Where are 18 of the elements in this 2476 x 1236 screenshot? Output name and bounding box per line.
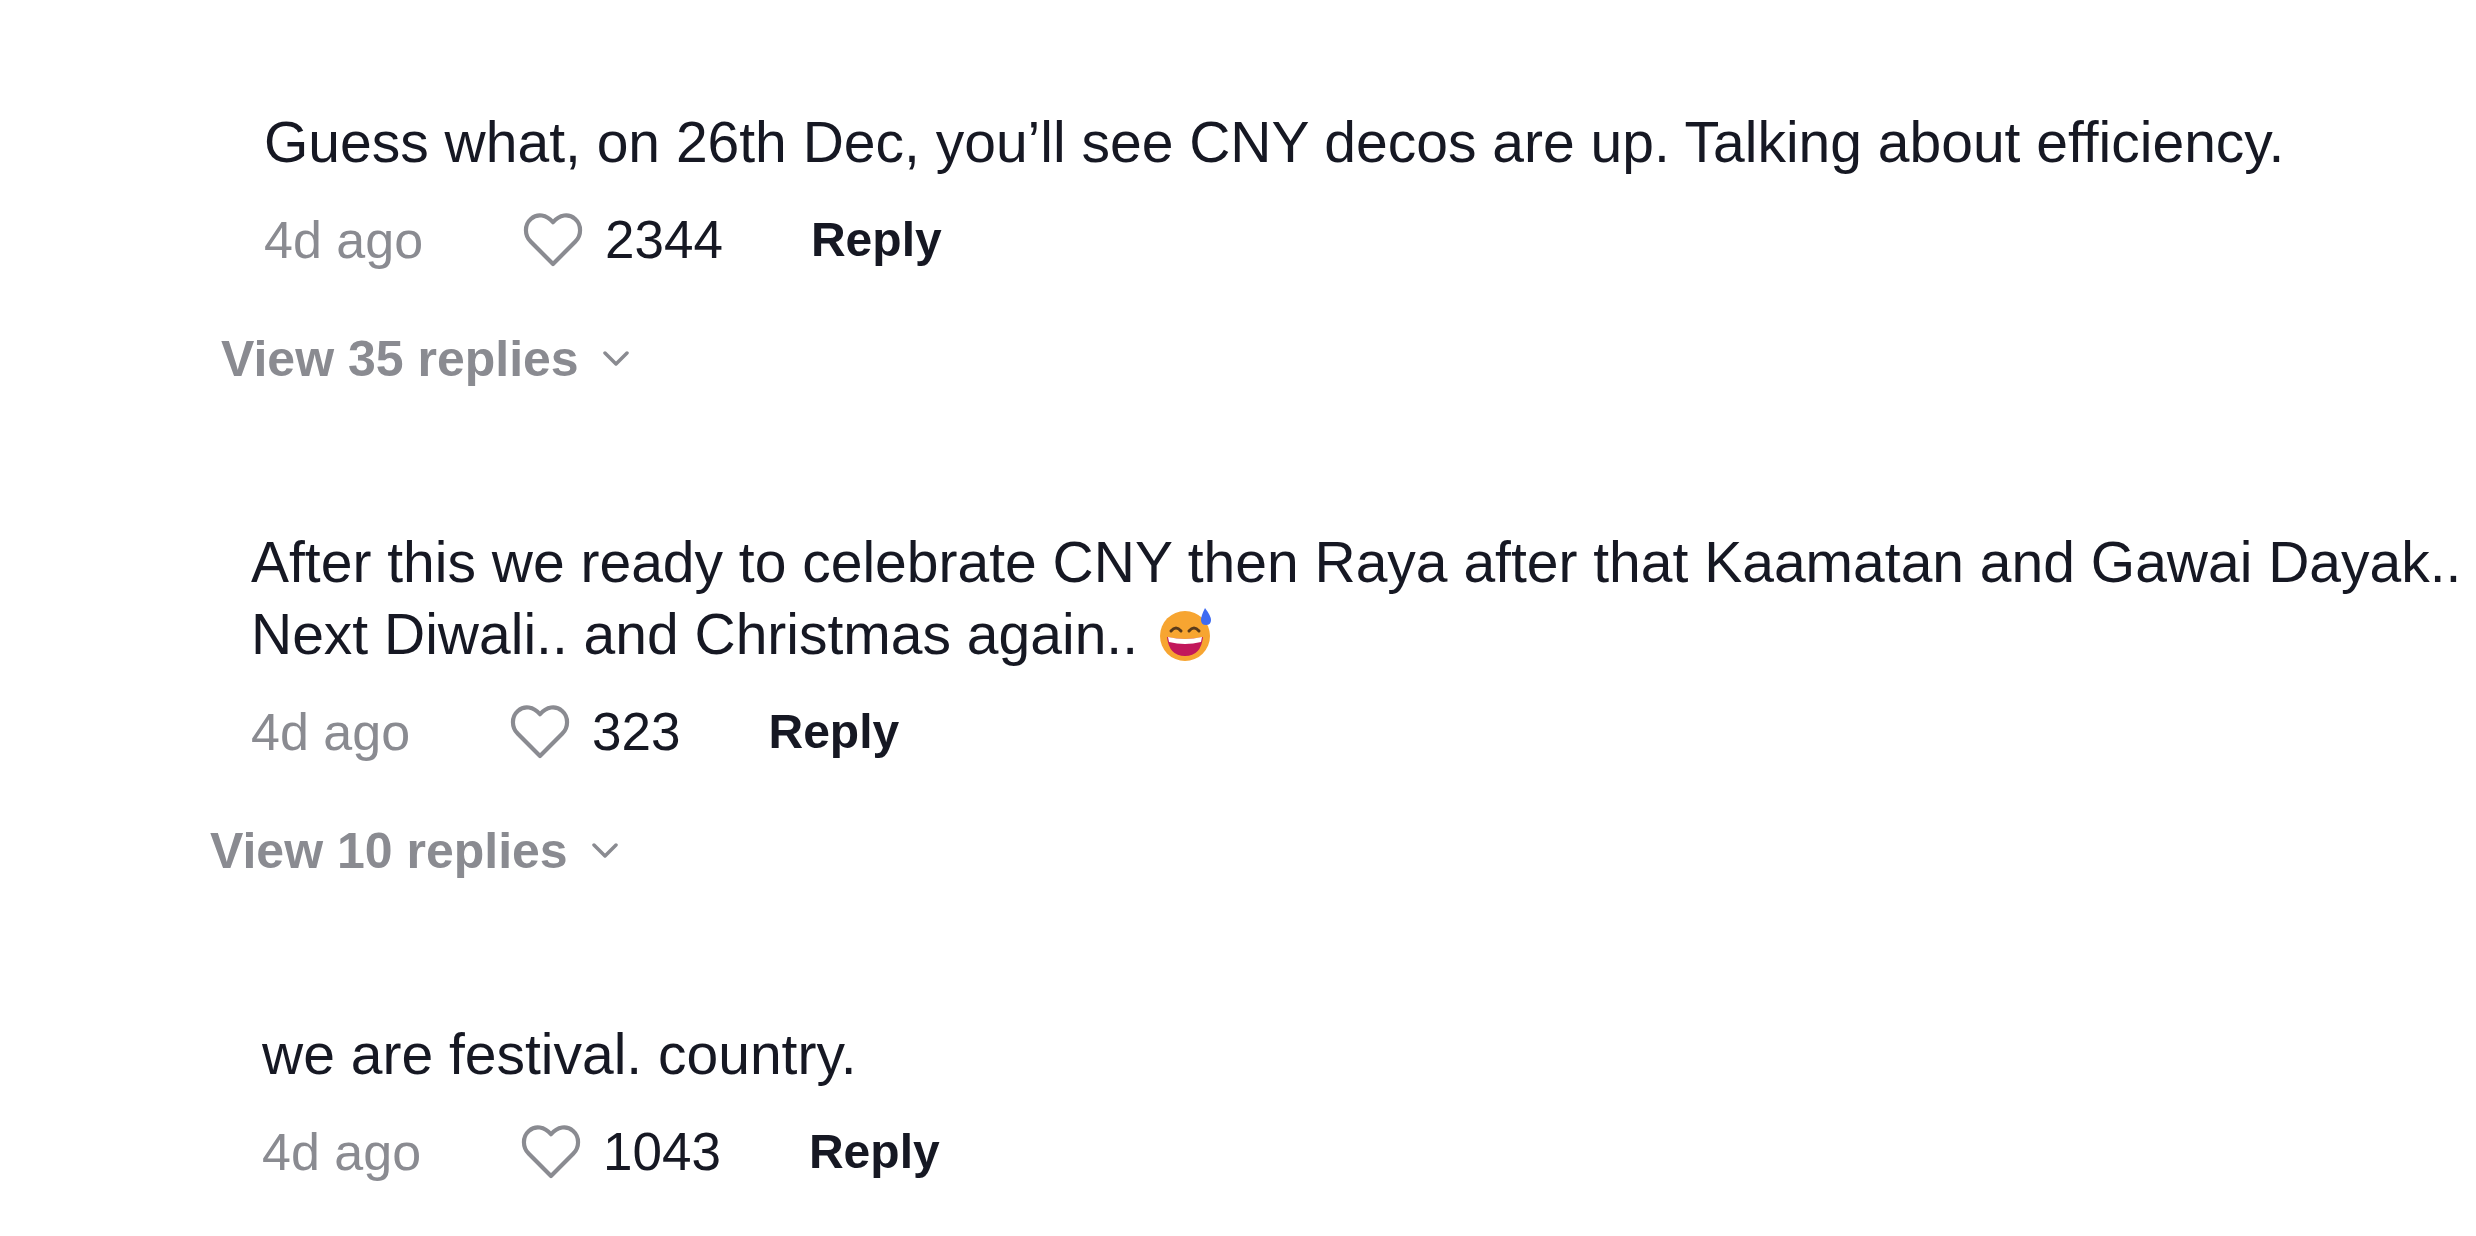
- reply-button[interactable]: Reply: [810, 208, 942, 272]
- comment-text: we are festival. country.: [262, 1021, 857, 1088]
- comment-time: 4d ago: [262, 1122, 422, 1183]
- like-count: 2344: [605, 209, 723, 271]
- comment-time: 4d ago: [264, 210, 424, 271]
- heart-icon[interactable]: [523, 212, 584, 268]
- like-count: 1043: [603, 1121, 721, 1183]
- comment-text: After this we ready to celebrate CNY then Raya after that Kaamatan and Gawai Dayak..: [251, 529, 2462, 596]
- chevron-down-icon: [591, 843, 618, 859]
- reply-button[interactable]: Reply: [808, 1120, 940, 1184]
- like-count: 323: [592, 701, 681, 763]
- chevron-down-icon: [602, 351, 629, 367]
- heart-icon[interactable]: [521, 1124, 582, 1180]
- heart-icon[interactable]: [510, 704, 571, 760]
- comment-time: 4d ago: [251, 702, 411, 763]
- comment-text: Next Diwali.. and Christmas again..: [251, 601, 1138, 668]
- reply-button[interactable]: Reply: [768, 700, 900, 764]
- comment-text: Guess what, on 26th Dec, you’ll see CNY decos are up. Talking about efficiency.: [264, 109, 2285, 176]
